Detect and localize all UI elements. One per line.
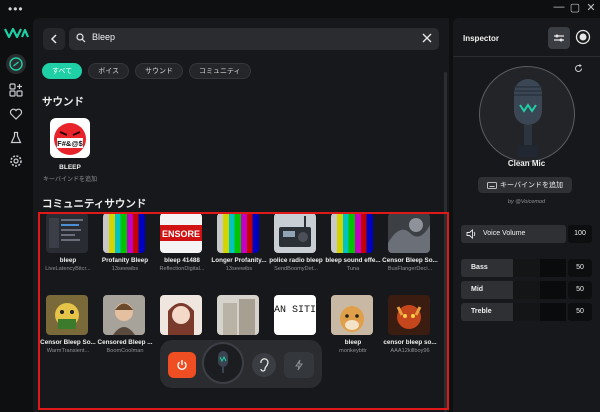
close-button[interactable]: ✕: [584, 1, 598, 14]
chevron-left-icon: [50, 34, 57, 44]
voice-volume-value[interactable]: 100: [568, 225, 592, 243]
equalizer: Bass 50 Mid 50 Treble 50: [461, 259, 592, 323]
bleep-sound-tile[interactable]: F#&@$: [50, 118, 90, 158]
mic-button[interactable]: [202, 342, 244, 384]
bleep-keybind-label[interactable]: キーバインドを追加: [42, 174, 98, 183]
power-icon: [177, 360, 187, 371]
keyboard-icon: [487, 181, 497, 189]
inspector-settings-button[interactable]: [548, 27, 570, 49]
maximize-button[interactable]: ▢: [568, 1, 582, 14]
treble-track[interactable]: [513, 303, 566, 321]
voice-changer-toggle-button[interactable]: [168, 352, 196, 378]
mid-track[interactable]: [513, 281, 566, 299]
angry-face-icon: F#&@$: [54, 123, 86, 155]
filter-sounds[interactable]: サウンド: [135, 63, 184, 79]
mid-value[interactable]: 50: [568, 281, 592, 299]
treble-label: Treble: [461, 303, 513, 321]
filter-community[interactable]: コミュニティ: [189, 63, 251, 79]
voice-avatar: [479, 66, 575, 162]
microphone-icon: [218, 351, 228, 373]
speaker-icon: [466, 229, 476, 239]
voice-volume-control: Voice Volume 100: [461, 225, 592, 243]
reset-icon[interactable]: [574, 64, 583, 73]
filter-all[interactable]: すべて: [42, 63, 83, 79]
search-icon: [76, 33, 86, 43]
effects-button[interactable]: [284, 352, 314, 378]
voice-name: Clean Mic: [507, 159, 546, 168]
nav-soundboard-icon[interactable]: [6, 80, 26, 100]
nav-favorites-heart-icon[interactable]: [6, 104, 26, 124]
voice-author: by @Voicemod: [507, 199, 546, 205]
filter-voices[interactable]: ボイス: [88, 63, 130, 79]
voice-volume-slider[interactable]: Voice Volume: [461, 225, 566, 243]
bass-label: Bass: [461, 259, 513, 277]
clear-search-icon[interactable]: [421, 32, 433, 44]
bleep-sound-name: BLEEP: [59, 164, 81, 171]
back-button[interactable]: [43, 28, 65, 50]
filter-chips: すべて ボイス サウンド コミュニティ: [42, 63, 251, 79]
record-icon[interactable]: [575, 29, 591, 45]
quick-controls-dock: [160, 340, 322, 388]
search-input[interactable]: Bleep: [92, 32, 115, 42]
nav-lab-flask-icon[interactable]: [6, 128, 26, 148]
lightning-icon: [295, 359, 303, 371]
voice-volume-label: Voice Volume: [483, 230, 526, 237]
nav-settings-gear-icon[interactable]: [6, 151, 26, 171]
bass-track[interactable]: [513, 259, 566, 277]
voicemod-logo-icon: [4, 27, 30, 39]
sliders-icon: [554, 34, 564, 42]
ear-icon: [260, 358, 269, 372]
svg-text:F#&@$: F#&@$: [57, 139, 83, 148]
title-bar: ••• — ▢ ✕: [0, 0, 600, 18]
mid-label: Mid: [461, 281, 513, 299]
search-bar[interactable]: Bleep: [69, 28, 439, 50]
minimize-button[interactable]: —: [552, 1, 566, 13]
clean-mic-icon: [514, 79, 542, 157]
inspector-title: Inspector: [463, 34, 500, 43]
add-keybind-button[interactable]: キーバインドを追加: [478, 177, 572, 193]
treble-value[interactable]: 50: [568, 303, 592, 321]
hear-myself-button[interactable]: [252, 353, 276, 377]
community-section-title: コミュニティサウンド: [42, 198, 147, 210]
mid-slider[interactable]: Mid 50: [461, 281, 592, 299]
sounds-section-title: サウンド: [42, 96, 84, 108]
bass-value[interactable]: 50: [568, 259, 592, 277]
nav-voice-changer-icon[interactable]: [6, 54, 26, 74]
add-keybind-label: キーバインドを追加: [500, 182, 563, 189]
menu-icon[interactable]: •••: [8, 2, 24, 16]
left-nav-rail: [0, 18, 33, 412]
divider: [453, 56, 600, 57]
inspector-panel: Inspector Clean Mic キーバインドを追加 by @Voicem…: [453, 18, 600, 412]
bass-slider[interactable]: Bass 50: [461, 259, 592, 277]
treble-slider[interactable]: Treble 50: [461, 303, 592, 321]
